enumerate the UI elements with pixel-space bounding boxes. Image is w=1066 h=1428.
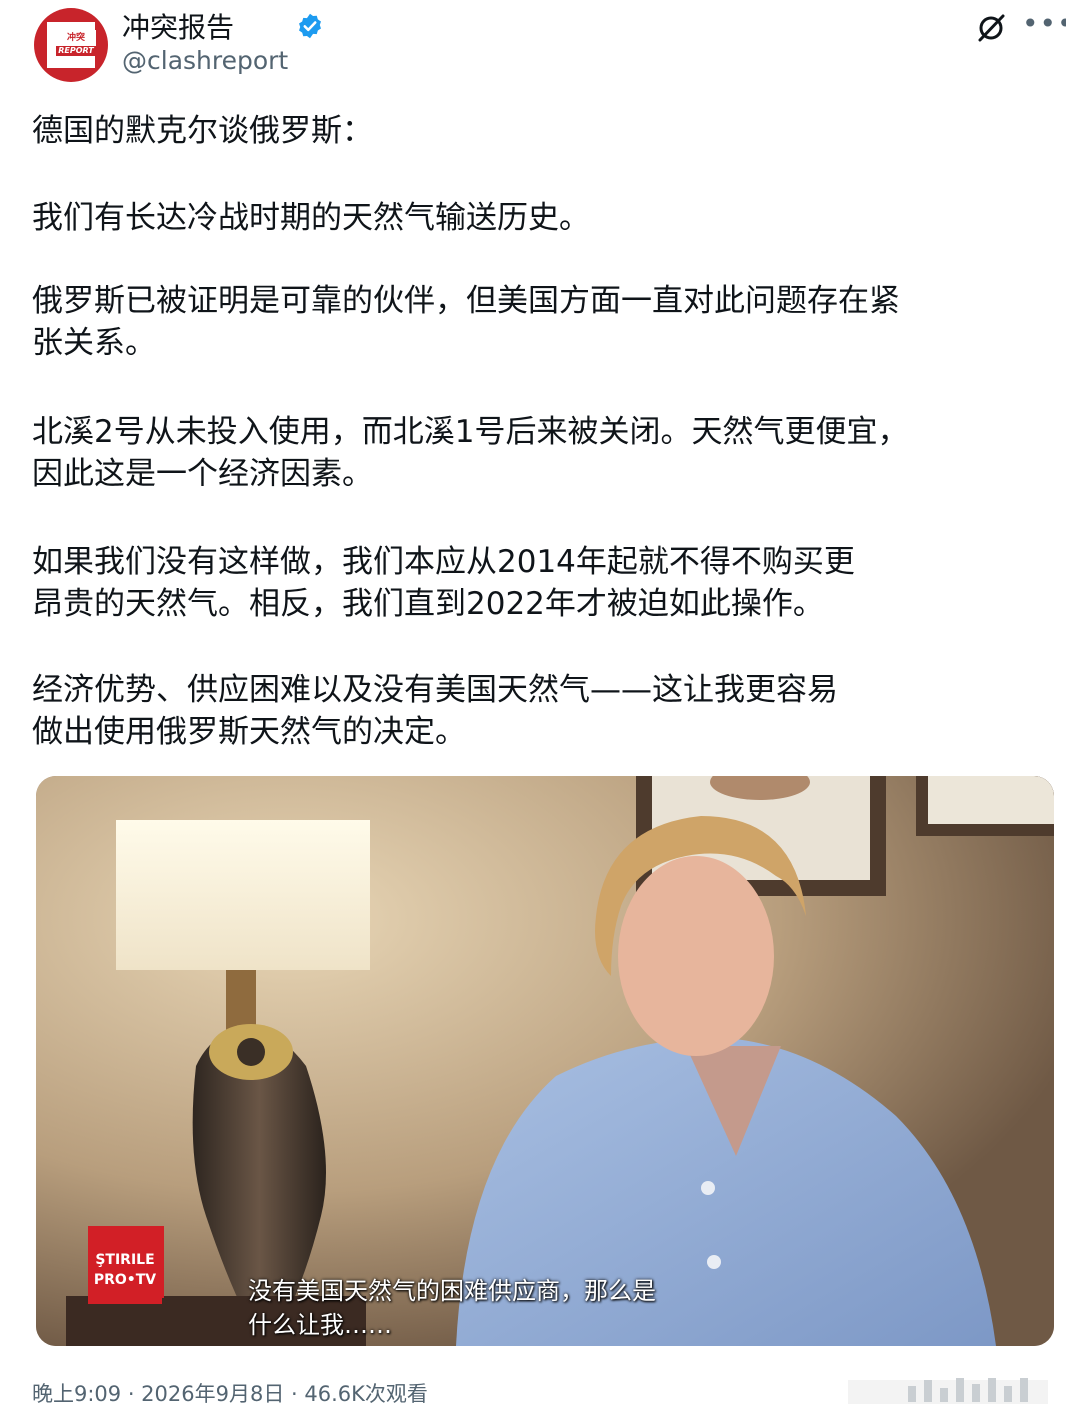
avatar[interactable]: 冲突 REPORT — [34, 8, 108, 82]
video-frame — [36, 776, 1054, 1346]
post-text-paragraph-2: 我们有长达冷战时期的天然气输送历史。 — [32, 200, 590, 236]
more-icon[interactable]: ••• — [1022, 10, 1066, 38]
post-text-paragraph-1: 德国的默克尔谈俄罗斯： — [32, 113, 373, 149]
grok-icon[interactable] — [975, 12, 1007, 44]
post-text-paragraph-6: 经济优势、供应困难以及没有美国天然气——这让我更容易 做出使用俄罗斯天然气的决定… — [32, 672, 838, 750]
analytics-icon[interactable] — [848, 1376, 1048, 1406]
channel-logo-line1: ŞTIRILE — [95, 1252, 155, 1268]
channel-logo-line2: PRO•TV — [93, 1272, 157, 1288]
video-player[interactable] — [36, 776, 1054, 1346]
video-subtitle: 没有美国天然气的困难供应商，那么是 什么让我…… — [248, 1277, 656, 1339]
channel-logo: ŞTIRILE PRO•TV — [88, 1238, 162, 1304]
post-text-paragraph-4: 北溪2号从未投入使用，而北溪1号后来被关闭。天然气更便宜， 因此这是一个经济因素… — [32, 414, 909, 492]
user-handle[interactable]: @clashreport — [122, 46, 288, 75]
display-name[interactable]: 冲突报告 — [122, 6, 234, 46]
post-text-paragraph-5: 如果我们没有这样做，我们本应从2014年起就不得不购买更 昂贵的天然气。相反，我… — [32, 544, 855, 622]
post-meta[interactable]: 晚上9:09 · 2026年9月8日 · 46.6K次观看 — [32, 1378, 428, 1408]
verified-badge-icon — [299, 13, 321, 39]
post-header: 冲突 REPORT 冲突报告 @clashreport ••• — [0, 0, 1066, 100]
avatar-logo-text-bottom: REPORT — [56, 46, 96, 56]
post-text-paragraph-3: 俄罗斯已被证明是可靠的伙伴，但美国方面一直对此问题存在紧 张关系。 — [32, 283, 900, 361]
avatar-logo-text-top: 冲突 — [56, 30, 96, 46]
